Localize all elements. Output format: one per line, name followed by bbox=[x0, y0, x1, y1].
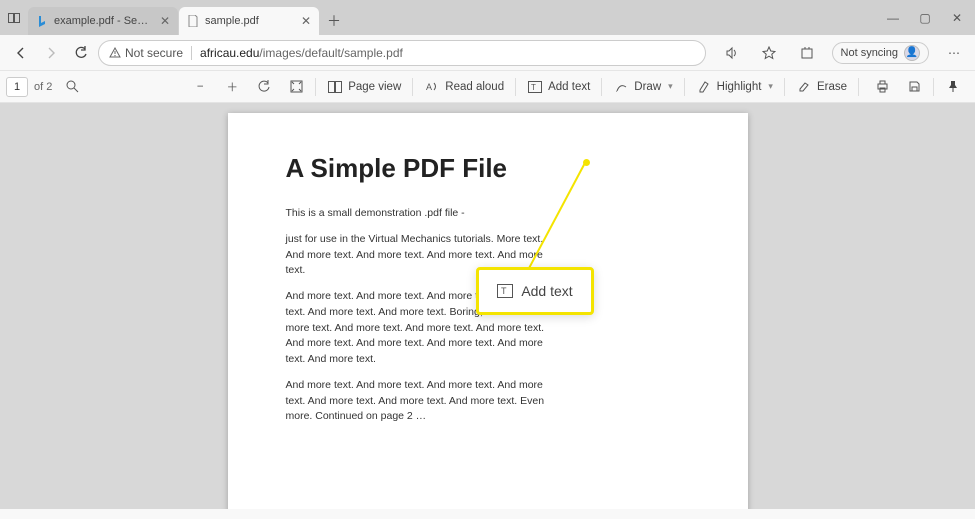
tab-pdf[interactable]: sample.pdf ✕ bbox=[179, 7, 319, 35]
tab-search[interactable]: example.pdf - Search ✕ bbox=[28, 7, 178, 35]
search-icon bbox=[66, 80, 79, 93]
draw-button[interactable]: Draw ▾ bbox=[605, 74, 680, 100]
rotate-button[interactable] bbox=[248, 74, 280, 100]
print-icon bbox=[874, 79, 890, 95]
separator bbox=[858, 78, 859, 96]
separator bbox=[784, 78, 785, 96]
separator bbox=[515, 78, 516, 96]
separator bbox=[412, 78, 413, 96]
sync-label: Not syncing bbox=[841, 47, 898, 59]
svg-text:A: A bbox=[426, 82, 432, 92]
read-aloud-icon: A bbox=[424, 79, 440, 95]
highlight-label: Highlight bbox=[717, 81, 762, 93]
menu-button[interactable]: ⋯ bbox=[941, 40, 967, 66]
fit-icon bbox=[288, 79, 304, 95]
zoom-in-button[interactable]: ＋ bbox=[216, 74, 248, 100]
security-label: Not secure bbox=[125, 46, 183, 60]
browser-tabstrip: example.pdf - Search ✕ sample.pdf ✕ ＋ — … bbox=[0, 0, 975, 35]
add-text-label: Add text bbox=[548, 81, 590, 93]
callout-add-text: T Add text bbox=[476, 267, 594, 315]
close-icon[interactable]: ✕ bbox=[160, 14, 170, 28]
svg-text:T: T bbox=[501, 286, 507, 296]
separator bbox=[601, 78, 602, 96]
favorites-icon[interactable] bbox=[756, 40, 782, 66]
read-aloud-button[interactable]: A Read aloud bbox=[416, 74, 512, 100]
callout-label: Add text bbox=[521, 283, 572, 299]
pinbar-button[interactable] bbox=[937, 74, 969, 100]
callout-anchor-dot bbox=[583, 159, 590, 166]
read-aloud-icon[interactable] bbox=[718, 40, 744, 66]
page-view-icon bbox=[327, 79, 343, 95]
chevron-down-icon: ▾ bbox=[768, 81, 773, 92]
minus-icon: − bbox=[192, 79, 208, 95]
pdf-viewer[interactable]: A Simple PDF File This is a small demons… bbox=[0, 103, 975, 509]
minimize-button[interactable]: — bbox=[887, 11, 899, 25]
chevron-down-icon: ▾ bbox=[668, 81, 673, 92]
close-icon[interactable]: ✕ bbox=[301, 14, 311, 28]
separator bbox=[315, 78, 316, 96]
security-indicator[interactable]: Not secure bbox=[109, 46, 183, 60]
page-view-button[interactable]: Page view bbox=[319, 74, 409, 100]
page-number-input[interactable] bbox=[6, 77, 28, 97]
pdf-title: A Simple PDF File bbox=[286, 153, 690, 184]
separator bbox=[684, 78, 685, 96]
erase-button[interactable]: Erase bbox=[788, 74, 855, 100]
file-icon bbox=[187, 15, 199, 27]
pdf-paragraph: This is a small demonstration .pdf file … bbox=[286, 206, 556, 222]
close-window-button[interactable]: ✕ bbox=[951, 11, 963, 25]
tab-title: example.pdf - Search bbox=[54, 15, 154, 27]
read-aloud-label: Read aloud bbox=[445, 81, 504, 93]
fit-page-button[interactable] bbox=[280, 74, 312, 100]
profile-sync-button[interactable]: Not syncing 👤 bbox=[832, 42, 929, 64]
warning-icon bbox=[109, 47, 121, 59]
divider bbox=[191, 46, 192, 60]
svg-text:T: T bbox=[531, 83, 536, 92]
add-text-icon: T bbox=[527, 79, 543, 95]
new-tab-button[interactable]: ＋ bbox=[320, 7, 348, 35]
address-field[interactable]: Not secure africau.edu/images/default/sa… bbox=[98, 40, 706, 66]
tab-actions-icon[interactable] bbox=[6, 4, 22, 32]
draw-icon bbox=[613, 79, 629, 95]
browser-addressbar: Not secure africau.edu/images/default/sa… bbox=[0, 35, 975, 71]
pin-icon bbox=[945, 79, 961, 95]
highlight-button[interactable]: Highlight ▾ bbox=[688, 74, 781, 100]
pdf-paragraph: And more text. And more text. And more t… bbox=[286, 378, 556, 425]
highlight-icon bbox=[696, 79, 712, 95]
window-controls: — ▢ ✕ bbox=[887, 0, 975, 35]
save-icon bbox=[906, 79, 922, 95]
search-pdf-button[interactable] bbox=[58, 74, 87, 100]
collections-icon[interactable] bbox=[794, 40, 820, 66]
refresh-button[interactable] bbox=[68, 40, 94, 66]
page-total: of 2 bbox=[34, 81, 52, 93]
bing-icon bbox=[36, 15, 48, 27]
zoom-out-button[interactable]: − bbox=[184, 74, 216, 100]
erase-icon bbox=[796, 79, 812, 95]
erase-label: Erase bbox=[817, 81, 847, 93]
forward-button[interactable] bbox=[38, 40, 64, 66]
plus-icon: ＋ bbox=[224, 79, 240, 95]
maximize-button[interactable]: ▢ bbox=[919, 11, 931, 25]
pdf-toolbar: of 2 − ＋ Page view A Read aloud T Add te… bbox=[0, 71, 975, 103]
separator bbox=[933, 78, 934, 96]
url-text: africau.edu/images/default/sample.pdf bbox=[200, 46, 403, 60]
print-button[interactable] bbox=[866, 74, 898, 100]
back-button[interactable] bbox=[8, 40, 34, 66]
tab-title: sample.pdf bbox=[205, 15, 295, 27]
add-text-button[interactable]: T Add text bbox=[519, 74, 598, 100]
page-view-label: Page view bbox=[348, 81, 401, 93]
add-text-icon: T bbox=[497, 283, 513, 299]
draw-label: Draw bbox=[634, 81, 661, 93]
avatar-icon: 👤 bbox=[904, 45, 920, 61]
rotate-icon bbox=[256, 79, 272, 95]
save-button[interactable] bbox=[898, 74, 930, 100]
